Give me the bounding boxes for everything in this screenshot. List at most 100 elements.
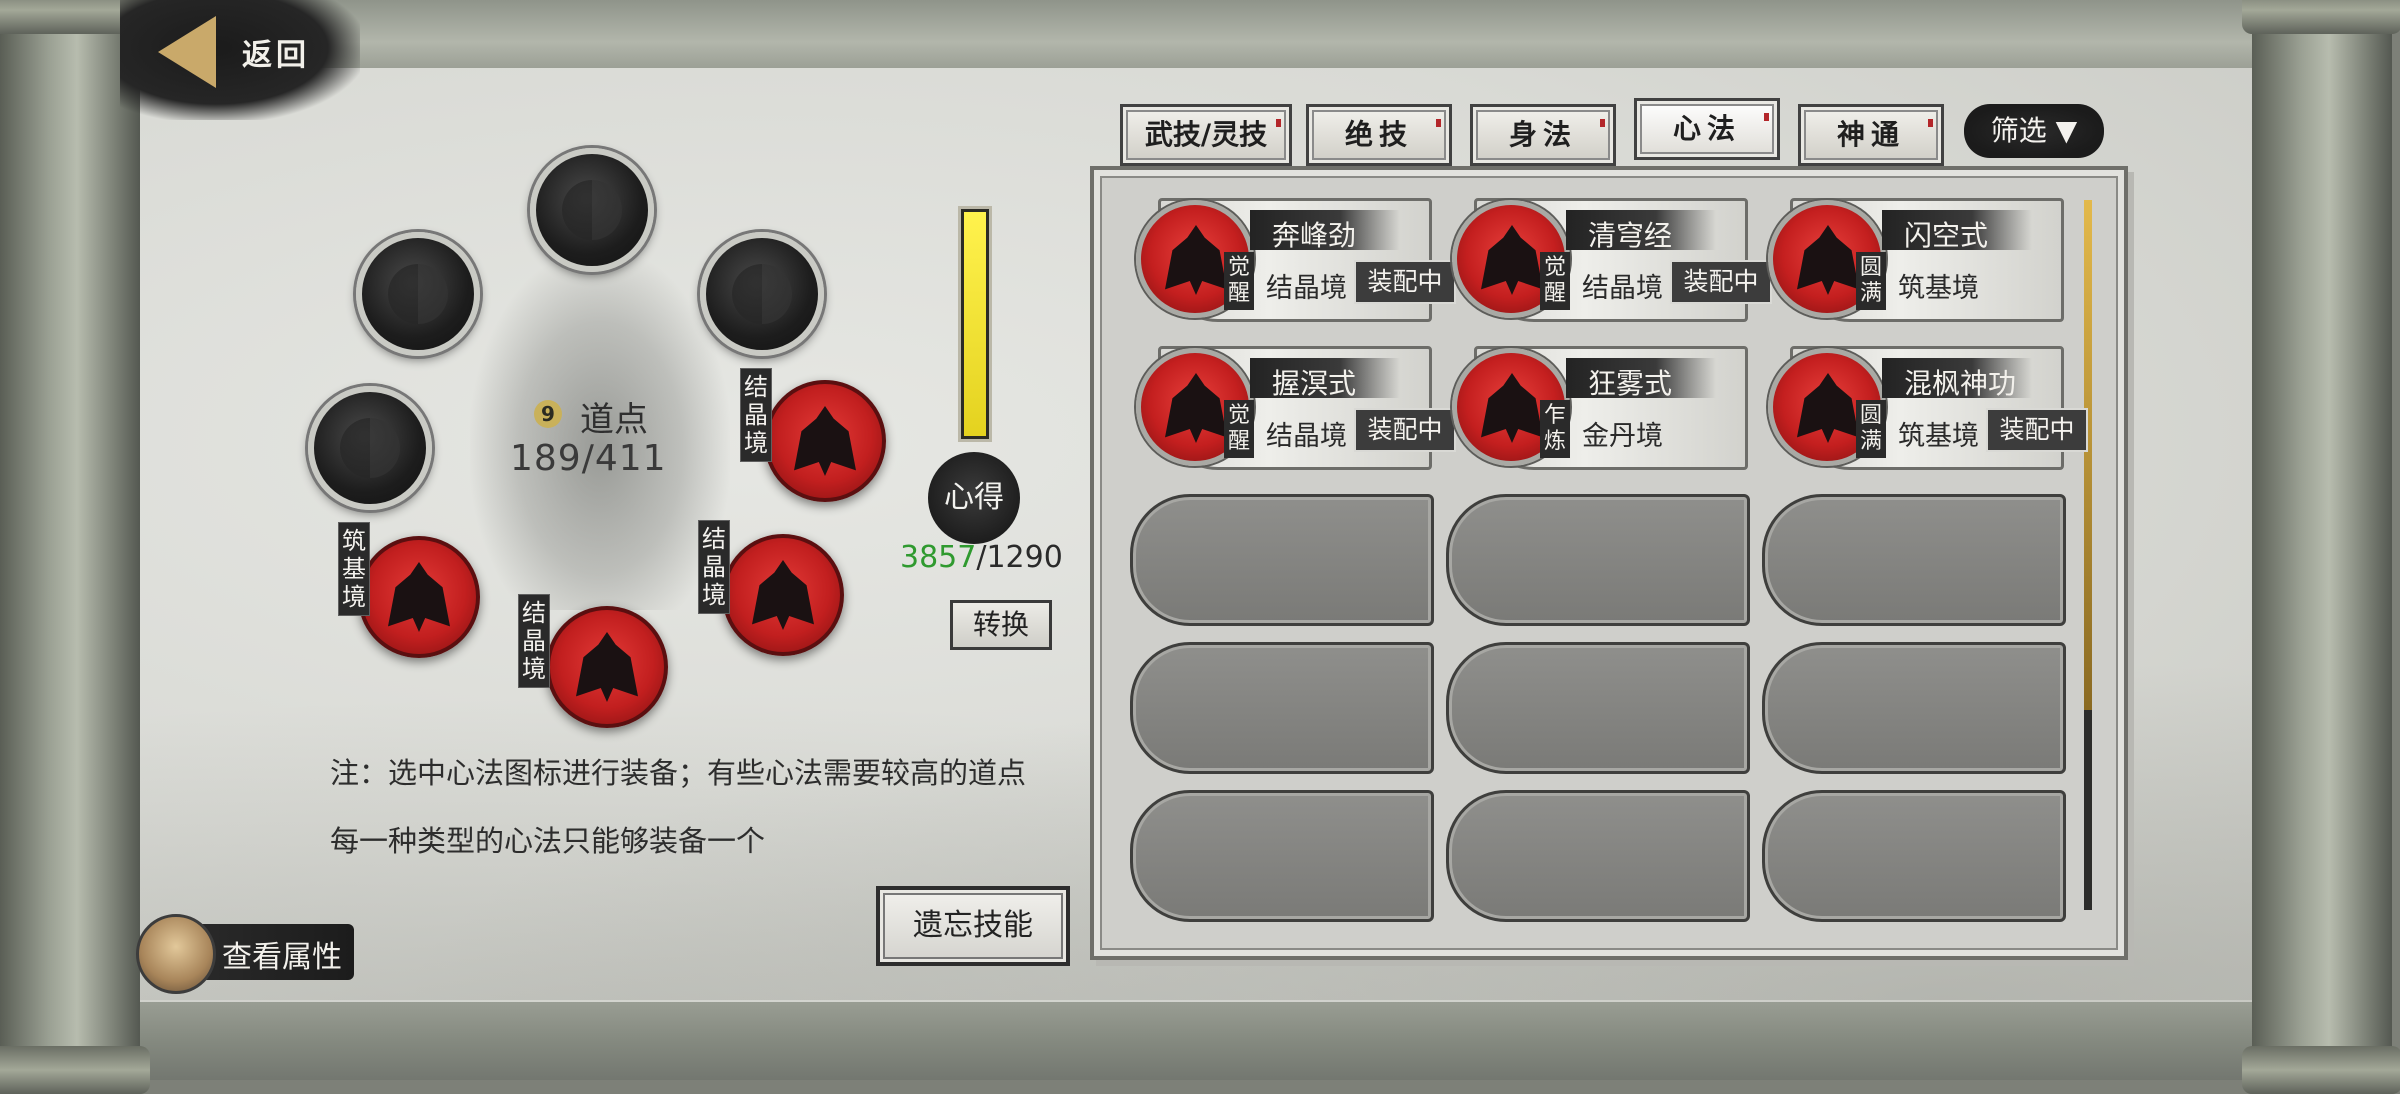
- xinde-values: 3857/1290: [900, 540, 1063, 575]
- pillar-cap: [2242, 1046, 2400, 1094]
- tab-divine-power[interactable]: 神通: [1798, 104, 1944, 166]
- skill-card[interactable]: 清穹经 觉醒 结晶境 装配中: [1448, 194, 1772, 322]
- warrior-silhouette-icon: [1797, 373, 1859, 443]
- yin-yang-icon: [562, 180, 622, 240]
- slot-realm-text: 结晶境: [702, 525, 726, 609]
- skill-name: 混枫神功: [1904, 367, 2017, 400]
- slot-realm-label: 筑基境: [338, 522, 370, 616]
- skill-tier-tag: 圆满: [1856, 252, 1886, 310]
- empty-skill-slot[interactable]: [1130, 494, 1434, 626]
- warrior-silhouette-icon: [1481, 225, 1543, 295]
- tab-seal-mark: [1436, 119, 1441, 127]
- pillar-cap: [0, 1046, 150, 1094]
- dao-point-label: 道点: [580, 400, 648, 440]
- scroll-pillar-left: [0, 0, 140, 1080]
- tab-label: 武技/灵技: [1144, 118, 1268, 151]
- empty-skill-slot[interactable]: [1446, 790, 1750, 922]
- filter-button[interactable]: 筛选 ▼: [1964, 104, 2104, 158]
- scroll-pillar-right: [2252, 0, 2392, 1080]
- technique-slot-empty[interactable]: [308, 386, 432, 510]
- skill-tier-tag: 圆满: [1856, 400, 1886, 458]
- skill-card[interactable]: 奔峰劲 觉醒 结晶境 装配中: [1132, 194, 1456, 322]
- skill-tier-tag: 乍炼: [1540, 400, 1570, 458]
- tab-seal-mark: [1276, 119, 1281, 127]
- note-line: 注：选中心法图标进行装备；有些心法需要较高的道点: [330, 756, 1027, 790]
- warrior-silhouette-icon: [752, 560, 814, 630]
- scroll-bottom-band: [120, 1000, 2280, 1080]
- tab-movement[interactable]: 身法: [1470, 104, 1616, 166]
- dao-point-value: 189/411: [510, 438, 667, 479]
- empty-skill-slot[interactable]: [1762, 494, 2066, 626]
- skill-card[interactable]: 混枫神功 圆满 筑基境 装配中: [1764, 342, 2088, 470]
- equipped-badge: 装配中: [1354, 408, 1456, 452]
- slot-realm-text: 结晶境: [522, 599, 546, 683]
- view-attributes-button[interactable]: 查看属性: [136, 914, 358, 994]
- view-attributes-label: 查看属性: [222, 940, 342, 975]
- warrior-silhouette-icon: [388, 562, 450, 632]
- empty-skill-slot[interactable]: [1762, 790, 2066, 922]
- skill-name: 闪空式: [1904, 219, 1989, 252]
- skill-card[interactable]: 狂雾式 乍炼 金丹境: [1448, 342, 1748, 470]
- equipped-badge: 装配中: [1354, 260, 1456, 304]
- xinde-max: 1290: [986, 540, 1063, 575]
- tab-martial-skills[interactable]: 武技/灵技: [1120, 104, 1292, 166]
- note-line: 每一种类型的心法只能够装备一个: [330, 824, 766, 858]
- empty-skill-slot[interactable]: [1130, 790, 1434, 922]
- scrollbar-thumb[interactable]: [2084, 200, 2092, 710]
- xinde-progress-fill: [964, 212, 986, 436]
- warrior-silhouette-icon: [1165, 373, 1227, 443]
- skill-name: 握溟式: [1272, 367, 1357, 400]
- technique-slot-filled[interactable]: [722, 534, 844, 656]
- skill-realm: 结晶境: [1266, 421, 1347, 452]
- skill-realm: 结晶境: [1266, 273, 1347, 304]
- empty-skill-slot[interactable]: [1446, 494, 1750, 626]
- slot-realm-text: 筑基境: [342, 527, 366, 611]
- technique-slot-empty[interactable]: [356, 232, 480, 356]
- slot-realm-label: 结晶境: [518, 594, 550, 688]
- scroll-top-band: [120, 0, 2280, 70]
- warrior-silhouette-icon: [1165, 225, 1227, 295]
- skill-tier-tag: 觉醒: [1224, 252, 1254, 310]
- warrior-silhouette-icon: [794, 406, 856, 476]
- dao-point-icon: 9: [534, 400, 562, 428]
- equipped-badge: 装配中: [1670, 260, 1772, 304]
- equipped-badge: 装配中: [1986, 408, 2088, 452]
- skill-name: 狂雾式: [1588, 367, 1673, 400]
- tab-mind-method[interactable]: 心法: [1634, 98, 1780, 160]
- tab-ultimate[interactable]: 绝技: [1306, 104, 1452, 166]
- empty-skill-slot[interactable]: [1446, 642, 1750, 774]
- skill-tier-tag: 觉醒: [1540, 252, 1570, 310]
- skill-grid-scrollbar[interactable]: [2084, 200, 2092, 910]
- skill-realm: 筑基境: [1898, 421, 1979, 452]
- tab-seal-mark: [1600, 119, 1605, 127]
- tab-label: 心法: [1672, 112, 1741, 145]
- tab-label: 神通: [1836, 118, 1905, 151]
- xinde-badge: 心得: [928, 452, 1020, 544]
- skill-realm: 筑基境: [1898, 273, 1979, 304]
- technique-slot-empty[interactable]: [530, 148, 654, 272]
- yin-yang-icon: [732, 264, 792, 324]
- xinde-current: 3857: [900, 540, 977, 575]
- warrior-silhouette-icon: [576, 632, 638, 702]
- yin-yang-icon: [388, 264, 448, 324]
- skill-name: 奔峰劲: [1272, 219, 1357, 252]
- empty-skill-slot[interactable]: [1130, 642, 1434, 774]
- slot-realm-label: 结晶境: [740, 368, 772, 462]
- technique-slot-filled[interactable]: [764, 380, 886, 502]
- skill-realm: 结晶境: [1582, 273, 1663, 304]
- xinde-separator: /: [976, 540, 987, 575]
- back-button[interactable]: 返回: [150, 12, 350, 102]
- technique-slot-filled[interactable]: [358, 536, 480, 658]
- skill-card[interactable]: 握溟式 觉醒 结晶境 装配中: [1132, 342, 1456, 470]
- technique-slot-empty[interactable]: [700, 232, 824, 356]
- empty-skill-slot[interactable]: [1762, 642, 2066, 774]
- back-arrow-icon: [158, 16, 216, 88]
- pillar-cap: [2242, 0, 2400, 34]
- forget-skill-button[interactable]: 遗忘技能: [876, 886, 1070, 966]
- skill-card[interactable]: 闪空式 圆满 筑基境: [1764, 194, 2064, 322]
- warrior-silhouette-icon: [1797, 225, 1859, 295]
- convert-button[interactable]: 转换: [950, 600, 1052, 650]
- yin-yang-icon: [340, 418, 400, 478]
- technique-slot-filled[interactable]: [546, 606, 668, 728]
- warrior-silhouette-icon: [1481, 373, 1543, 443]
